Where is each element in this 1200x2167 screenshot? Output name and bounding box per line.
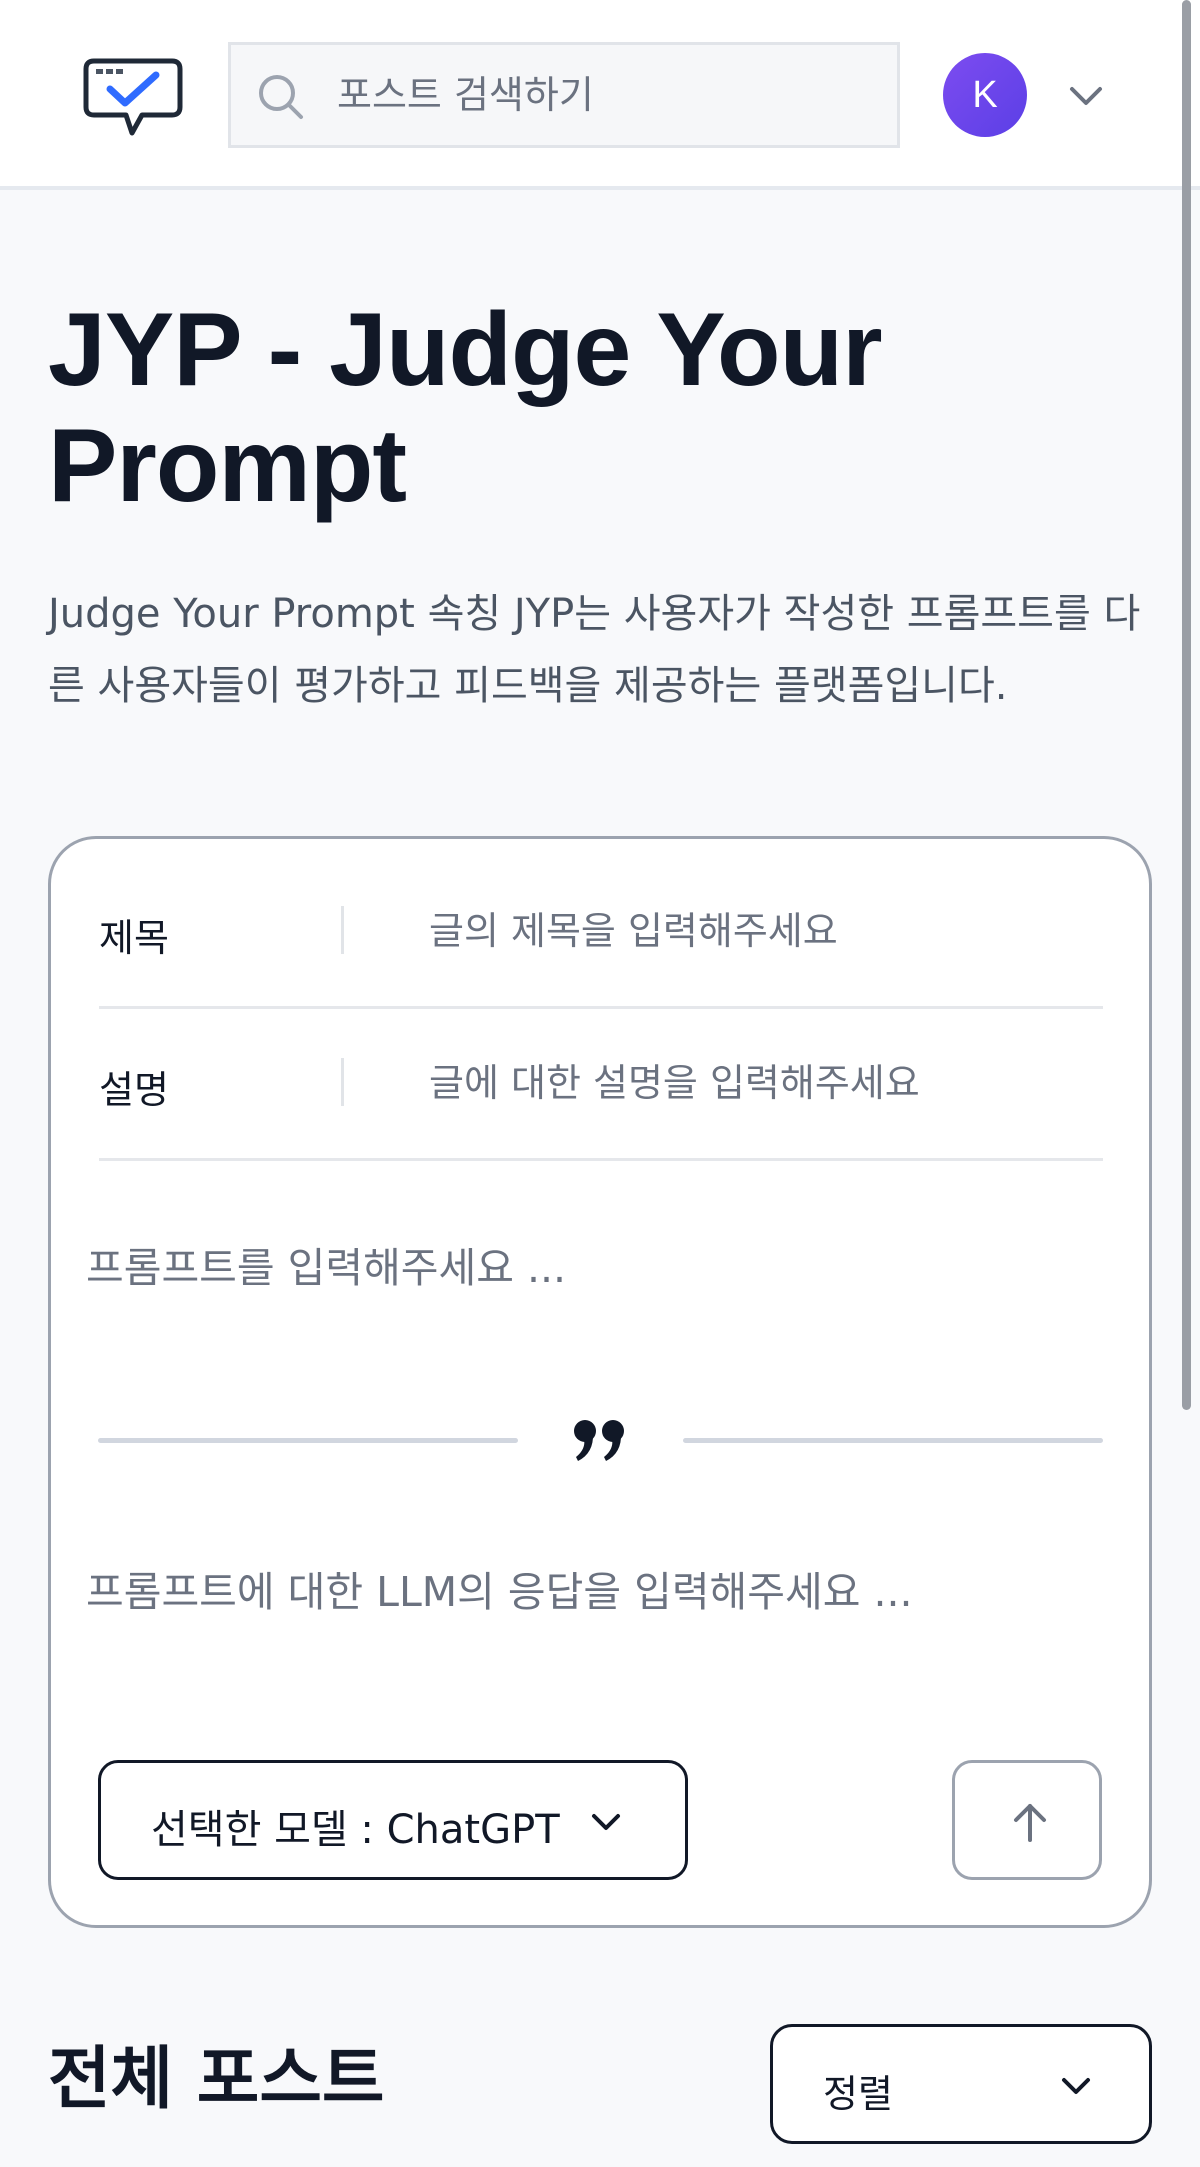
chevron-down-icon <box>589 1807 623 1837</box>
response-textarea[interactable] <box>84 1556 1044 1646</box>
description-input[interactable] <box>427 1041 1087 1125</box>
scrollbar[interactable] <box>1182 0 1191 1410</box>
account-menu-chevron-down-icon[interactable] <box>1066 79 1106 111</box>
model-select-label: 선택한 모델 : ChatGPT <box>151 1807 560 1853</box>
search-input[interactable] <box>335 45 875 145</box>
search-bar[interactable] <box>228 42 900 148</box>
chevron-down-icon <box>1059 2071 1093 2101</box>
sort-label: 정렬 <box>823 2072 893 2116</box>
logo-icon[interactable] <box>80 55 186 141</box>
model-select-dropdown[interactable]: 선택한 모델 : ChatGPT <box>98 1760 688 1880</box>
row-divider <box>341 906 344 954</box>
prompt-response-divider-right <box>683 1438 1103 1443</box>
prompt-response-divider-left <box>98 1438 518 1443</box>
title-row: 제목 <box>99 857 1103 1009</box>
arrow-up-icon <box>1010 1800 1050 1844</box>
page-title: JYP - Judge Your Prompt <box>48 292 883 524</box>
submit-button[interactable] <box>952 1760 1102 1880</box>
avatar-initial: K <box>972 73 998 116</box>
sort-dropdown[interactable]: 정렬 <box>770 2024 1152 2144</box>
row-divider <box>341 1058 344 1106</box>
avatar[interactable]: K <box>943 53 1027 137</box>
description-row: 설명 <box>99 1009 1103 1161</box>
title-label: 제목 <box>99 916 169 960</box>
section-title: 전체 포스트 <box>48 2040 385 2119</box>
search-icon <box>257 73 305 121</box>
top-navigation-bar: K <box>0 0 1200 190</box>
title-input[interactable] <box>427 889 1087 973</box>
prompt-textarea[interactable] <box>84 1232 1044 1322</box>
page-description: Judge Your Prompt 속칭 JYP는 사용자가 작성한 프롬프트를… <box>48 591 1141 709</box>
description-label: 설명 <box>99 1068 169 1112</box>
quote-icon <box>570 1415 630 1465</box>
